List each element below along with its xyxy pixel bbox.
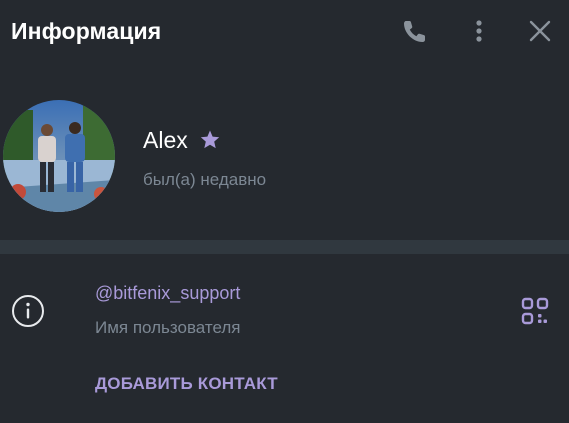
more-vertical-icon	[476, 20, 482, 42]
avatar[interactable]	[3, 100, 115, 212]
add-contact-button[interactable]: ДОБАВИТЬ КОНТАКТ	[95, 374, 278, 394]
phone-icon	[404, 21, 425, 42]
section-divider	[0, 240, 569, 254]
close-button[interactable]	[525, 16, 555, 46]
call-button[interactable]	[400, 16, 430, 46]
header: Информация	[0, 0, 569, 64]
close-icon	[529, 20, 551, 42]
star-icon	[200, 130, 219, 149]
username-label: Имя пользователя	[95, 318, 241, 337]
avatar-photo	[3, 100, 115, 212]
username-link[interactable]: @bitfenix_support	[95, 283, 240, 304]
profile-section: Alex был(а) недавно	[0, 64, 569, 240]
page-title: Информация	[11, 18, 162, 44]
more-button[interactable]	[464, 16, 494, 46]
info-icon	[12, 295, 44, 327]
last-seen-status: был(а) недавно	[143, 170, 267, 189]
qr-code-icon[interactable]	[521, 297, 549, 325]
name-row: Alex	[143, 126, 222, 154]
info-section: @bitfenix_support Имя пользователя ДОБАВ…	[0, 254, 569, 423]
contact-name: Alex	[143, 126, 188, 153]
